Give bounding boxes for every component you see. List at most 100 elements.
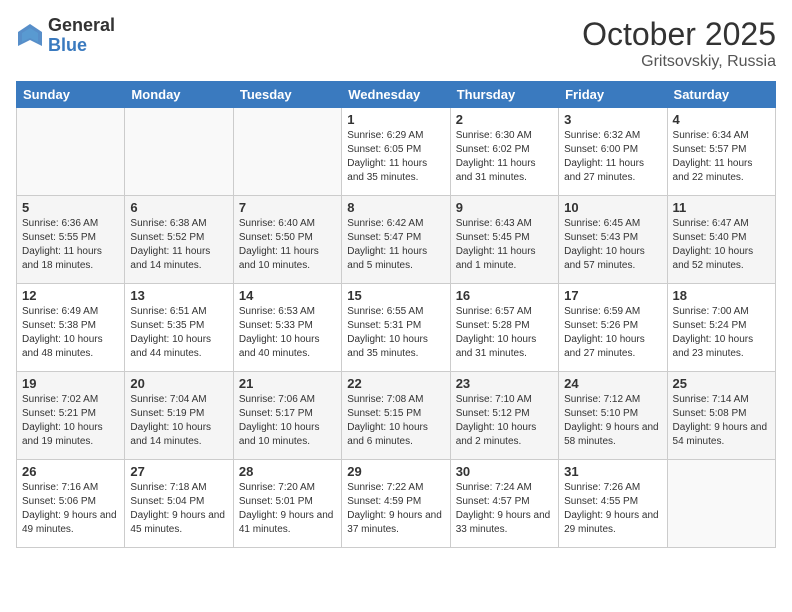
cell-text: Sunrise: 6:47 AMSunset: 5:40 PMDaylight:… xyxy=(673,217,770,273)
cell-text: Sunrise: 6:34 AMSunset: 5:57 PMDaylight:… xyxy=(673,129,770,185)
calendar-cell: 30 Sunrise: 7:24 AMSunset: 4:57 PMDayligh… xyxy=(450,460,558,548)
calendar-cell xyxy=(667,460,775,548)
day-number: 5 xyxy=(22,200,119,215)
calendar-cell: 16 Sunrise: 6:57 AMSunset: 5:28 PMDayligh… xyxy=(450,284,558,372)
calendar-cell: 28Sunrise: 7:20 AMSunset: 5:01 PMDayligh… xyxy=(233,460,341,548)
cell-text: Sunrise: 7:18 AMSunset: 5:04 PMDaylight:… xyxy=(130,481,227,537)
cell-text: Sunrise: 7:00 AMSunset: 5:24 PMDaylight:… xyxy=(673,305,770,361)
calendar-cell: 27 Sunrise: 7:18 AMSunset: 5:04 PMDayligh… xyxy=(125,460,233,548)
day-number: 23 xyxy=(456,376,553,391)
cell-text: Sunrise: 6:59 AMSunset: 5:26 PMDaylight:… xyxy=(564,305,661,361)
day-number: 13 xyxy=(130,288,227,303)
day-number: 4 xyxy=(673,112,770,127)
day-header-tuesday: Tuesday xyxy=(233,82,341,108)
day-number: 8 xyxy=(347,200,444,215)
day-number: 2 xyxy=(456,112,553,127)
calendar-cell xyxy=(17,108,125,196)
calendar-cell: 5 Sunrise: 6:36 AMSunset: 5:55 PMDaylight… xyxy=(17,196,125,284)
calendar-row-2: 12 Sunrise: 6:49 AMSunset: 5:38 PMDayligh… xyxy=(17,284,776,372)
day-number: 19 xyxy=(22,376,119,391)
calendar-cell: 20 Sunrise: 7:04 AMSunset: 5:19 PMDayligh… xyxy=(125,372,233,460)
cell-text: Sunrise: 7:04 AMSunset: 5:19 PMDaylight:… xyxy=(130,393,227,449)
title-block: October 2025 Gritsovskiy, Russia xyxy=(582,16,776,71)
day-number: 14 xyxy=(239,288,336,303)
calendar-cell: 23 Sunrise: 7:10 AMSunset: 5:12 PMDayligh… xyxy=(450,372,558,460)
day-number: 28 xyxy=(239,464,336,479)
day-number: 30 xyxy=(456,464,553,479)
cell-text: Sunrise: 6:29 AMSunset: 6:05 PMDaylight:… xyxy=(347,129,444,185)
calendar-cell: 25 Sunrise: 7:14 AMSunset: 5:08 PMDayligh… xyxy=(667,372,775,460)
calendar-cell: 4 Sunrise: 6:34 AMSunset: 5:57 PMDaylight… xyxy=(667,108,775,196)
calendar-cell: 24Sunrise: 7:12 AMSunset: 5:10 PMDayligh… xyxy=(559,372,667,460)
cell-text: Sunrise: 7:10 AMSunset: 5:12 PMDaylight:… xyxy=(456,393,553,449)
cell-text: Sunrise: 7:06 AMSunset: 5:17 PMDaylight:… xyxy=(239,393,336,449)
calendar-row-1: 5 Sunrise: 6:36 AMSunset: 5:55 PMDaylight… xyxy=(17,196,776,284)
cell-text: Sunrise: 7:14 AMSunset: 5:08 PMDaylight:… xyxy=(673,393,770,449)
calendar-cell: 11 Sunrise: 6:47 AMSunset: 5:40 PMDayligh… xyxy=(667,196,775,284)
cell-text: Sunrise: 7:02 AMSunset: 5:21 PMDaylight:… xyxy=(22,393,119,449)
calendar-cell: 12 Sunrise: 6:49 AMSunset: 5:38 PMDayligh… xyxy=(17,284,125,372)
logo-icon xyxy=(16,22,44,50)
cell-text: Sunrise: 7:08 AMSunset: 5:15 PMDaylight:… xyxy=(347,393,444,449)
day-number: 20 xyxy=(130,376,227,391)
calendar-cell: 3 Sunrise: 6:32 AMSunset: 6:00 PMDaylight… xyxy=(559,108,667,196)
logo-text: General Blue xyxy=(48,16,115,56)
logo-general: General xyxy=(48,16,115,36)
day-number: 27 xyxy=(130,464,227,479)
calendar-cell: 6 Sunrise: 6:38 AMSunset: 5:52 PMDaylight… xyxy=(125,196,233,284)
header: General Blue October 2025 Gritsovskiy, R… xyxy=(16,16,776,71)
cell-text: Sunrise: 7:22 AMSunset: 4:59 PMDaylight:… xyxy=(347,481,444,537)
calendar-cell: 18Sunrise: 7:00 AMSunset: 5:24 PMDayligh… xyxy=(667,284,775,372)
cell-text: Sunrise: 6:38 AMSunset: 5:52 PMDaylight:… xyxy=(130,217,227,273)
day-number: 3 xyxy=(564,112,661,127)
calendar-cell: 21 Sunrise: 7:06 AMSunset: 5:17 PMDayligh… xyxy=(233,372,341,460)
day-number: 12 xyxy=(22,288,119,303)
calendar-row-0: 1 Sunrise: 6:29 AMSunset: 6:05 PMDaylight… xyxy=(17,108,776,196)
day-number: 7 xyxy=(239,200,336,215)
day-number: 11 xyxy=(673,200,770,215)
cell-text: Sunrise: 7:16 AMSunset: 5:06 PMDaylight:… xyxy=(22,481,119,537)
calendar-cell: 31 Sunrise: 7:26 AMSunset: 4:55 PMDayligh… xyxy=(559,460,667,548)
cell-text: Sunrise: 7:26 AMSunset: 4:55 PMDaylight:… xyxy=(564,481,661,537)
calendar-cell: 19 Sunrise: 7:02 AMSunset: 5:21 PMDayligh… xyxy=(17,372,125,460)
cell-text: Sunrise: 6:30 AMSunset: 6:02 PMDaylight:… xyxy=(456,129,553,185)
calendar-cell: 2 Sunrise: 6:30 AMSunset: 6:02 PMDaylight… xyxy=(450,108,558,196)
calendar-cell: 10Sunrise: 6:45 AMSunset: 5:43 PMDayligh… xyxy=(559,196,667,284)
calendar-cell: 26 Sunrise: 7:16 AMSunset: 5:06 PMDayligh… xyxy=(17,460,125,548)
day-header-sunday: Sunday xyxy=(17,82,125,108)
calendar-cell: 8 Sunrise: 6:42 AMSunset: 5:47 PMDaylight… xyxy=(342,196,450,284)
day-header-saturday: Saturday xyxy=(667,82,775,108)
day-number: 31 xyxy=(564,464,661,479)
calendar-table: SundayMondayTuesdayWednesdayThursdayFrid… xyxy=(16,81,776,548)
day-number: 16 xyxy=(456,288,553,303)
cell-text: Sunrise: 7:24 AMSunset: 4:57 PMDaylight:… xyxy=(456,481,553,537)
cell-text: Sunrise: 6:32 AMSunset: 6:00 PMDaylight:… xyxy=(564,129,661,185)
calendar-cell: 15Sunrise: 6:55 AMSunset: 5:31 PMDayligh… xyxy=(342,284,450,372)
cell-text: Sunrise: 6:36 AMSunset: 5:55 PMDaylight:… xyxy=(22,217,119,273)
header-row: SundayMondayTuesdayWednesdayThursdayFrid… xyxy=(17,82,776,108)
cell-text: Sunrise: 7:12 AMSunset: 5:10 PMDaylight:… xyxy=(564,393,661,449)
calendar-cell xyxy=(233,108,341,196)
day-number: 22 xyxy=(347,376,444,391)
day-header-wednesday: Wednesday xyxy=(342,82,450,108)
day-number: 26 xyxy=(22,464,119,479)
cell-text: Sunrise: 6:55 AMSunset: 5:31 PMDaylight:… xyxy=(347,305,444,361)
calendar-cell: 17Sunrise: 6:59 AMSunset: 5:26 PMDayligh… xyxy=(559,284,667,372)
calendar-row-4: 26 Sunrise: 7:16 AMSunset: 5:06 PMDayligh… xyxy=(17,460,776,548)
cell-text: Sunrise: 6:42 AMSunset: 5:47 PMDaylight:… xyxy=(347,217,444,273)
cell-text: Sunrise: 6:45 AMSunset: 5:43 PMDaylight:… xyxy=(564,217,661,273)
calendar-cell: 22 Sunrise: 7:08 AMSunset: 5:15 PMDayligh… xyxy=(342,372,450,460)
calendar-cell: 14 Sunrise: 6:53 AMSunset: 5:33 PMDayligh… xyxy=(233,284,341,372)
day-header-thursday: Thursday xyxy=(450,82,558,108)
cell-text: Sunrise: 6:49 AMSunset: 5:38 PMDaylight:… xyxy=(22,305,119,361)
logo: General Blue xyxy=(16,16,115,56)
cell-text: Sunrise: 6:51 AMSunset: 5:35 PMDaylight:… xyxy=(130,305,227,361)
month-title: October 2025 xyxy=(582,16,776,53)
cell-text: Sunrise: 6:53 AMSunset: 5:33 PMDaylight:… xyxy=(239,305,336,361)
day-number: 1 xyxy=(347,112,444,127)
day-number: 21 xyxy=(239,376,336,391)
cell-text: Sunrise: 6:57 AMSunset: 5:28 PMDaylight:… xyxy=(456,305,553,361)
day-number: 6 xyxy=(130,200,227,215)
day-header-friday: Friday xyxy=(559,82,667,108)
day-number: 25 xyxy=(673,376,770,391)
